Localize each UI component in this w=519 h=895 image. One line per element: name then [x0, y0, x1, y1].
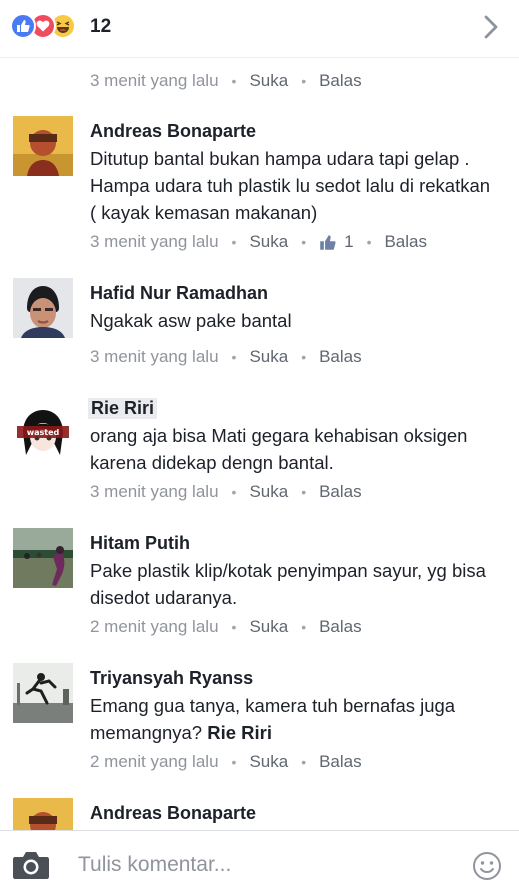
- comment-author[interactable]: Andreas Bonaparte: [90, 121, 256, 142]
- comment-meta: 3 menit yang lalu • Suka • Balas: [90, 71, 362, 91]
- separator-dot: •: [231, 754, 237, 770]
- comment-input[interactable]: [78, 851, 438, 879]
- emoji-icon[interactable]: [472, 851, 502, 881]
- separator-dot: •: [301, 619, 307, 635]
- like-link[interactable]: Suka: [249, 232, 288, 252]
- reaction-count: 12: [90, 16, 112, 37]
- separator-dot: •: [231, 619, 237, 635]
- like-link[interactable]: Suka: [249, 617, 288, 637]
- separator-dot: •: [301, 484, 307, 500]
- like-count-value: 1: [344, 232, 354, 251]
- avatar[interactable]: [13, 116, 73, 176]
- comment-like-count[interactable]: 1: [319, 232, 354, 252]
- comment-meta: 3 menit yang lalu • Suka • Balas: [90, 347, 362, 367]
- comment-text: Emang gua tanya, kamera tuh bernafas jug…: [90, 692, 500, 746]
- comment-author[interactable]: Triyansyah Ryanss: [90, 668, 253, 689]
- separator-dot: •: [231, 234, 237, 250]
- avatar[interactable]: [13, 278, 73, 338]
- comment-list[interactable]: 3 menit yang lalu • Suka • Balas Andreas…: [0, 58, 519, 830]
- comment-text: Ngakak asw pake bantal: [90, 310, 292, 331]
- reactions-bar[interactable]: 12: [0, 0, 519, 58]
- comment-time: 3 menit yang lalu: [90, 71, 219, 90]
- comment-meta: 3 menit yang lalu • Suka • 1 • Balas: [90, 232, 427, 252]
- comment-author[interactable]: Andreas Bonaparte: [90, 803, 256, 824]
- comment-item: Andreas Bonaparte: [0, 798, 519, 830]
- separator-dot: •: [366, 234, 372, 250]
- comment-author[interactable]: Rie Riri: [88, 398, 158, 419]
- separator-dot: •: [231, 349, 237, 365]
- thumbs-up-icon: [320, 234, 336, 250]
- comment-author[interactable]: Hafid Nur Ramadhan: [90, 283, 268, 304]
- comment-item: Hafid Nur Ramadhan Ngakak asw pake banta…: [0, 278, 519, 393]
- like-icon: [10, 13, 36, 39]
- separator-dot: •: [231, 73, 237, 89]
- avatar[interactable]: [13, 528, 73, 588]
- like-link[interactable]: Suka: [249, 482, 288, 502]
- comment-item: wasted Rie Riri orang aja bisa Mati gega…: [0, 393, 519, 528]
- separator-dot: •: [301, 754, 307, 770]
- avatar-badge: wasted: [27, 428, 60, 437]
- reply-link[interactable]: Balas: [319, 752, 362, 772]
- comment-item: Hitam Putih Pake plastik klip/kotak peny…: [0, 528, 519, 663]
- comment-text: Ditutup bantal bukan hampa udara tapi ge…: [90, 148, 491, 223]
- reply-link[interactable]: Balas: [319, 617, 362, 637]
- reply-link[interactable]: Balas: [319, 71, 362, 91]
- separator-dot: •: [301, 73, 307, 89]
- reply-link[interactable]: Balas: [319, 482, 362, 502]
- comment-meta: 3 menit yang lalu • Suka • Balas: [90, 482, 362, 502]
- comment-time: 3 menit yang lalu: [90, 232, 219, 251]
- comment-meta: 2 menit yang lalu • Suka • Balas: [90, 617, 362, 637]
- camera-icon[interactable]: [12, 849, 50, 881]
- reply-link[interactable]: Balas: [384, 232, 427, 252]
- comment-text-body: Emang gua tanya, kamera tuh bernafas jug…: [90, 695, 456, 743]
- comment-time: 3 menit yang lalu: [90, 482, 219, 501]
- comment-author[interactable]: Hitam Putih: [90, 533, 190, 554]
- comment-time: 3 menit yang lalu: [90, 347, 219, 366]
- comment-meta: 2 menit yang lalu • Suka • Balas: [90, 752, 362, 772]
- reply-link[interactable]: Balas: [319, 347, 362, 367]
- avatar[interactable]: [13, 663, 73, 723]
- avatar[interactable]: wasted: [13, 403, 73, 463]
- comment-composer: [0, 830, 519, 895]
- like-link[interactable]: Suka: [249, 71, 288, 91]
- comment-time: 2 menit yang lalu: [90, 617, 219, 636]
- separator-dot: •: [231, 484, 237, 500]
- comment-time: 2 menit yang lalu: [90, 752, 219, 771]
- chevron-right-icon[interactable]: [481, 13, 501, 41]
- mention-link[interactable]: Rie Riri: [207, 722, 272, 743]
- comment-text: orang aja bisa Mati gegara kehabisan oks…: [90, 425, 468, 473]
- comment-item: Triyansyah Ryanss Emang gua tanya, kamer…: [0, 663, 519, 798]
- avatar[interactable]: [13, 798, 73, 830]
- separator-dot: •: [301, 349, 307, 365]
- like-link[interactable]: Suka: [249, 752, 288, 772]
- like-link[interactable]: Suka: [249, 347, 288, 367]
- comment-text: Pake plastik klip/kotak penyimpan sayur,…: [90, 560, 486, 608]
- comment-item: Andreas Bonaparte Ditutup bantal bukan h…: [0, 116, 519, 261]
- separator-dot: •: [301, 234, 307, 250]
